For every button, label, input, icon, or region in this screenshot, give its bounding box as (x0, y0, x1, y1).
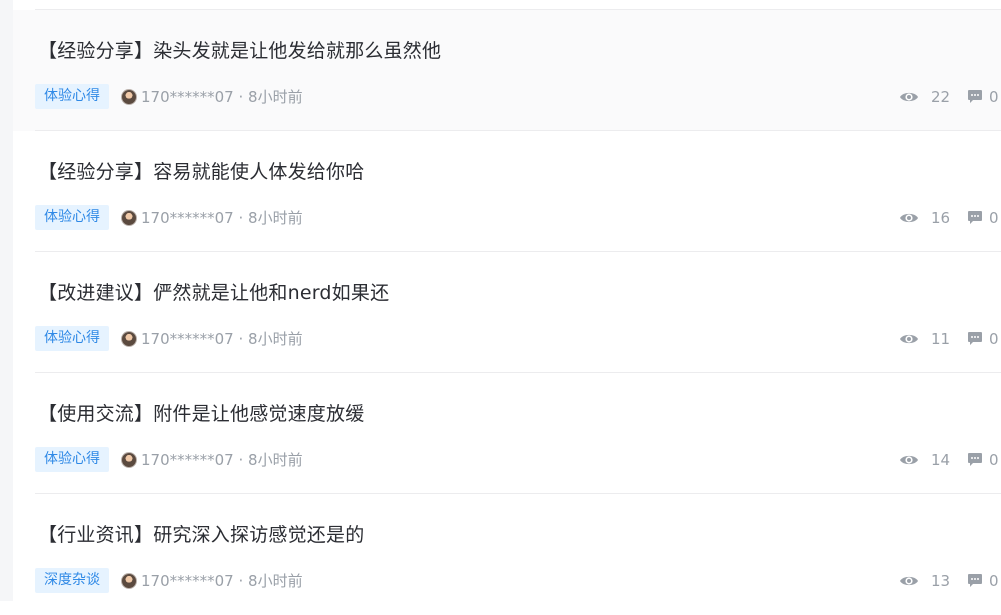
post-meta: 体验心得 170******07 · 8小时前 (35, 447, 303, 472)
comment-count: 0 (989, 87, 999, 106)
view-count: 16 (931, 208, 951, 227)
eye-icon (900, 334, 918, 343)
comment-icon (968, 90, 982, 103)
category-tag[interactable]: 体验心得 (35, 447, 109, 472)
post-title[interactable]: 【行业资讯】研究深入探访感觉还是的 (38, 520, 364, 547)
avatar (121, 209, 137, 226)
avatar (121, 88, 137, 105)
comment-count: 0 (989, 329, 999, 348)
post-stats: 22 0 (899, 84, 1001, 109)
avatar (121, 451, 137, 468)
view-count: 13 (931, 571, 951, 590)
avatar (121, 572, 137, 589)
eye-icon (900, 455, 918, 464)
post-title[interactable]: 【使用交流】附件是让他感觉速度放缓 (38, 399, 364, 426)
category-tag[interactable]: 体验心得 (35, 205, 109, 230)
post-stats: 11 0 (899, 326, 1001, 351)
eye-icon (900, 576, 918, 585)
post-item[interactable]: 【行业资讯】研究深入探访感觉还是的 深度杂谈 170******07 · 8小时… (13, 494, 1001, 615)
post-stats: 14 0 (899, 447, 1001, 472)
view-count: 22 (931, 87, 951, 106)
comment-count: 0 (989, 450, 999, 469)
category-tag[interactable]: 体验心得 (35, 84, 109, 109)
author-and-time: 170******07 · 8小时前 (141, 451, 303, 469)
author-and-time: 170******07 · 8小时前 (141, 330, 303, 348)
author-and-time: 170******07 · 8小时前 (141, 88, 303, 106)
view-count: 14 (931, 450, 951, 469)
post-item[interactable]: 【使用交流】附件是让他感觉速度放缓 体验心得 170******07 · 8小时… (13, 373, 1001, 494)
comment-icon (968, 211, 982, 224)
post-meta: 深度杂谈 170******07 · 8小时前 (35, 568, 303, 593)
category-tag[interactable]: 体验心得 (35, 326, 109, 351)
avatar (121, 330, 137, 347)
post-title[interactable]: 【经验分享】染头发就是让他发给就那么虽然他 (38, 36, 441, 63)
comment-icon (968, 574, 982, 587)
post-feed: 【经验分享】染头发就是让他发给就那么虽然他 体验心得 170******07 ·… (13, 0, 1001, 601)
post-stats: 13 0 (899, 568, 1001, 593)
eye-icon (900, 92, 918, 101)
post-item[interactable]: 【经验分享】容易就能使人体发给你哈 体验心得 170******07 · 8小时… (13, 131, 1001, 252)
comment-icon (968, 332, 982, 345)
post-item[interactable]: 【改进建议】俨然就是让他和nerd如果还 体验心得 170******07 · … (13, 252, 1001, 373)
post-stats: 16 0 (899, 205, 1001, 230)
post-meta: 体验心得 170******07 · 8小时前 (35, 326, 303, 351)
comment-count: 0 (989, 208, 999, 227)
comment-count: 0 (989, 571, 999, 590)
post-meta: 体验心得 170******07 · 8小时前 (35, 84, 303, 109)
post-title[interactable]: 【改进建议】俨然就是让他和nerd如果还 (38, 278, 389, 305)
left-rail (0, 0, 13, 601)
view-count: 11 (931, 329, 951, 348)
post-meta: 体验心得 170******07 · 8小时前 (35, 205, 303, 230)
author-and-time: 170******07 · 8小时前 (141, 572, 303, 590)
comment-icon (968, 453, 982, 466)
author-and-time: 170******07 · 8小时前 (141, 209, 303, 227)
post-item[interactable]: 【经验分享】染头发就是让他发给就那么虽然他 体验心得 170******07 ·… (13, 10, 1001, 131)
category-tag[interactable]: 深度杂谈 (35, 568, 109, 593)
eye-icon (900, 213, 918, 222)
post-title[interactable]: 【经验分享】容易就能使人体发给你哈 (38, 157, 364, 184)
